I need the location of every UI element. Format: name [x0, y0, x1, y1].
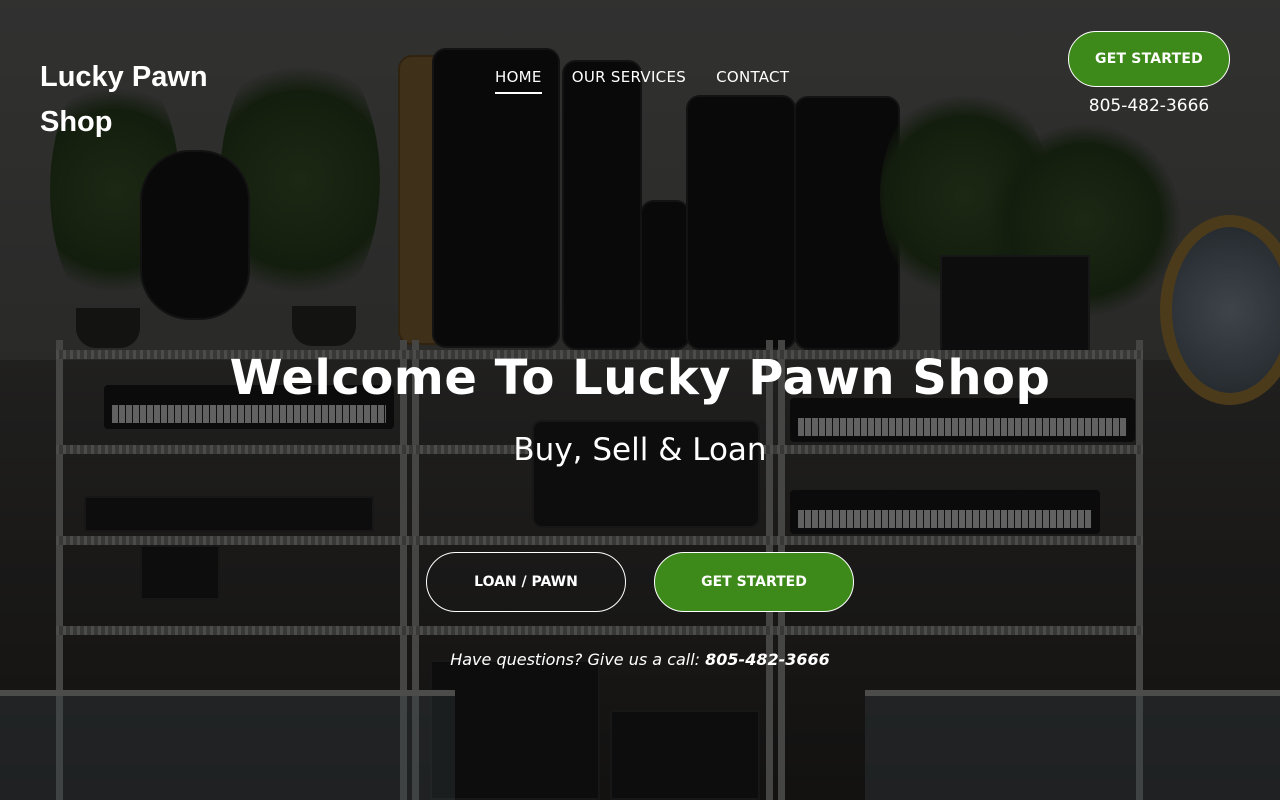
- hero-call-note-text: Have questions? Give us a call:: [450, 650, 706, 669]
- hero-call-phone-link[interactable]: 805-482-3666: [705, 650, 830, 669]
- hero-title: Welcome To Lucky Pawn Shop: [229, 350, 1051, 406]
- nav-item-our-services[interactable]: OUR SERVICES: [572, 68, 686, 94]
- hero-call-note: Have questions? Give us a call: 805-482-…: [0, 650, 1280, 669]
- main-nav: HOME OUR SERVICES CONTACT: [495, 68, 789, 94]
- site-logo[interactable]: Lucky Pawn Shop: [40, 55, 240, 145]
- header-get-started-button[interactable]: GET STARTED: [1068, 31, 1230, 87]
- nav-item-home[interactable]: HOME: [495, 68, 542, 94]
- hero-get-started-button[interactable]: GET STARTED: [654, 552, 854, 612]
- nav-item-contact[interactable]: CONTACT: [716, 68, 789, 94]
- loan-pawn-button[interactable]: LOAN / PAWN: [426, 552, 626, 612]
- header-phone-link[interactable]: 805-482-3666: [1068, 96, 1230, 116]
- hero-subtitle: Buy, Sell & Loan: [513, 432, 767, 468]
